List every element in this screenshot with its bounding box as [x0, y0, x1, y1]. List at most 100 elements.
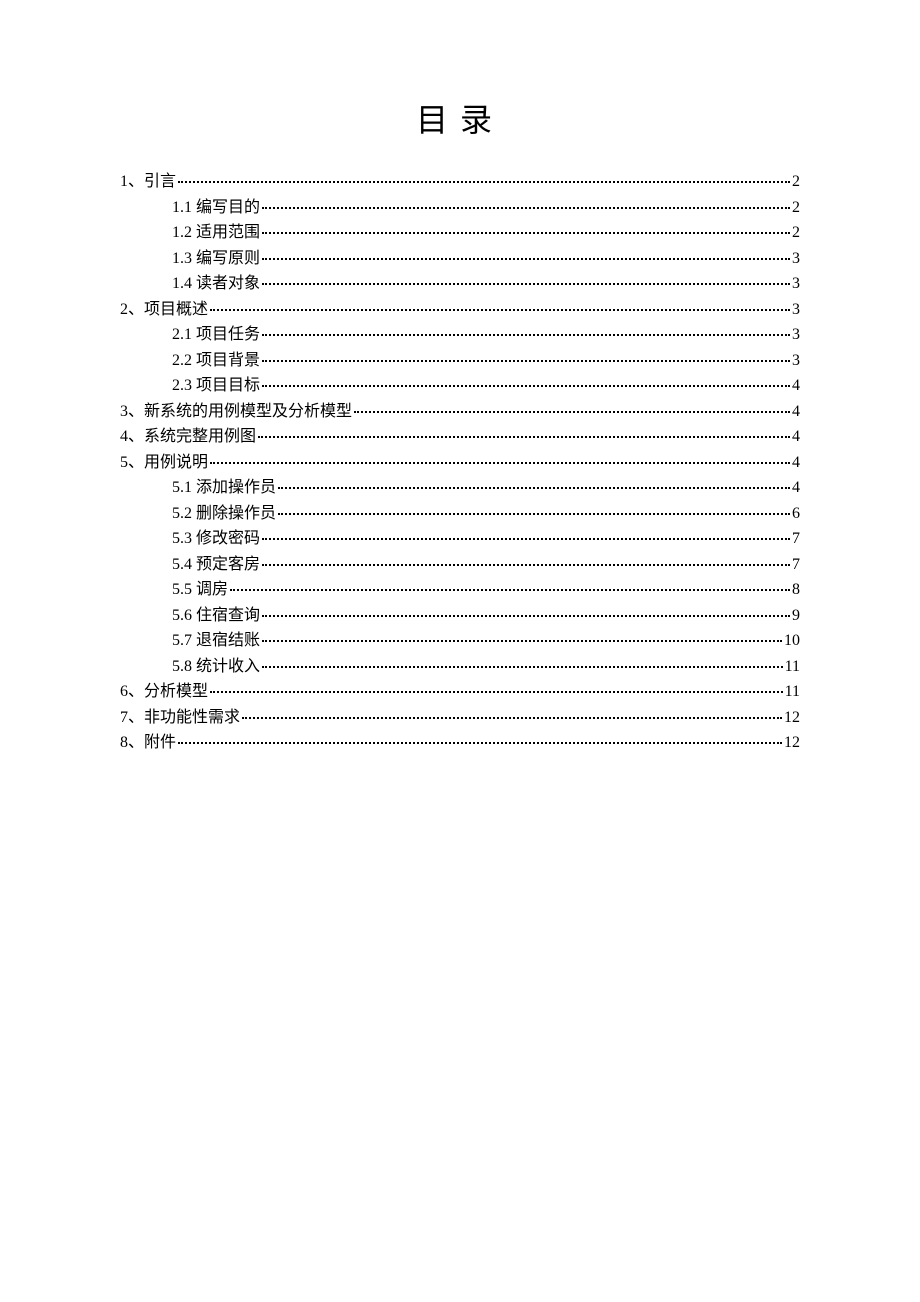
toc-entry-label: 2.3 项目目标 [172, 373, 260, 399]
toc-entry-page: 3 [792, 322, 800, 348]
toc-leader-dots [210, 691, 783, 693]
toc-entry-label: 5.8 统计收入 [172, 654, 260, 680]
toc-entry: 8、附件 12 [120, 730, 800, 756]
toc-title: 目录 [120, 95, 800, 141]
toc-leader-dots [230, 589, 790, 591]
toc-entry-label: 分析模型 [144, 679, 208, 705]
toc-entry-label: 5.5 调房 [172, 577, 228, 603]
toc-entry-page: 4 [792, 424, 800, 450]
toc-entry: 2.2 项目背景 3 [120, 348, 800, 374]
toc-entry: 1.2 适用范围 2 [120, 220, 800, 246]
toc-entry: 2.3 项目目标 4 [120, 373, 800, 399]
toc-entry-page: 11 [785, 679, 800, 705]
toc-entry-label: 用例说明 [144, 450, 208, 476]
toc-entry-prefix: 5、 [120, 450, 144, 476]
toc-leader-dots [262, 538, 790, 540]
toc-entry-page: 3 [792, 246, 800, 272]
toc-entry-page: 7 [792, 526, 800, 552]
toc-entry: 3、新系统的用例模型及分析模型 4 [120, 399, 800, 425]
toc-entry-page: 3 [792, 297, 800, 323]
toc-entry-label: 5.4 预定客房 [172, 552, 260, 578]
toc-entry-label: 1.4 读者对象 [172, 271, 260, 297]
toc-entry: 5、用例说明 4 [120, 450, 800, 476]
toc-leader-dots [178, 181, 790, 183]
toc-entry-prefix: 8、 [120, 730, 144, 756]
toc-entry: 5.8 统计收入 11 [120, 654, 800, 680]
toc-entry: 7、非功能性需求 12 [120, 705, 800, 731]
toc-entry-prefix: 1、 [120, 169, 144, 195]
toc-entry: 5.7 退宿结账 10 [120, 628, 800, 654]
toc-entry-label: 1.1 编写目的 [172, 195, 260, 221]
toc-entry-label: 5.7 退宿结账 [172, 628, 260, 654]
toc-entry-label: 新系统的用例模型及分析模型 [144, 399, 352, 425]
toc-entry-page: 2 [792, 195, 800, 221]
toc-entry-prefix: 2、 [120, 297, 144, 323]
toc-entry: 1、引言 2 [120, 169, 800, 195]
toc-leader-dots [210, 462, 790, 464]
toc-entry-prefix: 4、 [120, 424, 144, 450]
toc-leader-dots [262, 385, 790, 387]
toc-leader-dots [262, 640, 782, 642]
toc-entry: 5.2 删除操作员 6 [120, 501, 800, 527]
toc-entry: 1.4 读者对象 3 [120, 271, 800, 297]
toc-entry-label: 5.6 住宿查询 [172, 603, 260, 629]
toc-entry-prefix: 6、 [120, 679, 144, 705]
toc-entry-page: 4 [792, 475, 800, 501]
toc-leader-dots [278, 487, 790, 489]
toc-entry: 1.1 编写目的 2 [120, 195, 800, 221]
toc-entry: 5.5 调房 8 [120, 577, 800, 603]
toc-entry: 5.3 修改密码 7 [120, 526, 800, 552]
toc-entry-label: 2.1 项目任务 [172, 322, 260, 348]
toc-entry-label: 5.1 添加操作员 [172, 475, 276, 501]
toc-entry-page: 2 [792, 220, 800, 246]
toc-leader-dots [242, 717, 782, 719]
toc-entry-page: 12 [784, 730, 800, 756]
toc-leader-dots [210, 309, 790, 311]
toc-leader-dots [262, 207, 790, 209]
toc-entry-label: 1.2 适用范围 [172, 220, 260, 246]
toc-entry-page: 7 [792, 552, 800, 578]
toc-entry: 6、分析模型 11 [120, 679, 800, 705]
toc-leader-dots [354, 411, 790, 413]
toc-entry-label: 引言 [144, 169, 176, 195]
toc-entry-prefix: 3、 [120, 399, 144, 425]
toc-entry-page: 4 [792, 373, 800, 399]
toc-entry: 2、项目概述 3 [120, 297, 800, 323]
toc-entry-label: 非功能性需求 [144, 705, 240, 731]
toc-entry-label: 附件 [144, 730, 176, 756]
toc-entry-page: 2 [792, 169, 800, 195]
toc-leader-dots [262, 334, 790, 336]
toc-entry: 2.1 项目任务 3 [120, 322, 800, 348]
toc-entry: 5.4 预定客房 7 [120, 552, 800, 578]
toc-entry-label: 项目概述 [144, 297, 208, 323]
toc-entry: 4、系统完整用例图 4 [120, 424, 800, 450]
toc-list: 1、引言21.1 编写目的21.2 适用范围21.3 编写原则31.4 读者对象… [120, 169, 800, 756]
toc-leader-dots [262, 232, 790, 234]
toc-leader-dots [262, 258, 790, 260]
toc-entry-page: 8 [792, 577, 800, 603]
toc-entry-page: 11 [785, 654, 800, 680]
toc-entry-page: 9 [792, 603, 800, 629]
toc-entry-page: 3 [792, 348, 800, 374]
toc-entry-prefix: 7、 [120, 705, 144, 731]
toc-entry-label: 5.2 删除操作员 [172, 501, 276, 527]
toc-entry-label: 2.2 项目背景 [172, 348, 260, 374]
toc-entry: 5.1 添加操作员 4 [120, 475, 800, 501]
toc-entry-label: 系统完整用例图 [144, 424, 256, 450]
toc-leader-dots [262, 564, 790, 566]
toc-leader-dots [262, 283, 790, 285]
toc-leader-dots [262, 615, 790, 617]
toc-entry-page: 3 [792, 271, 800, 297]
toc-entry-page: 4 [792, 450, 800, 476]
toc-entry-label: 5.3 修改密码 [172, 526, 260, 552]
toc-entry-page: 12 [784, 705, 800, 731]
toc-leader-dots [278, 513, 790, 515]
toc-entry-page: 4 [792, 399, 800, 425]
toc-entry-page: 6 [792, 501, 800, 527]
toc-entry: 1.3 编写原则 3 [120, 246, 800, 272]
toc-leader-dots [262, 666, 783, 668]
toc-entry-label: 1.3 编写原则 [172, 246, 260, 272]
toc-entry-page: 10 [784, 628, 800, 654]
toc-leader-dots [258, 436, 790, 438]
toc-entry: 5.6 住宿查询 9 [120, 603, 800, 629]
